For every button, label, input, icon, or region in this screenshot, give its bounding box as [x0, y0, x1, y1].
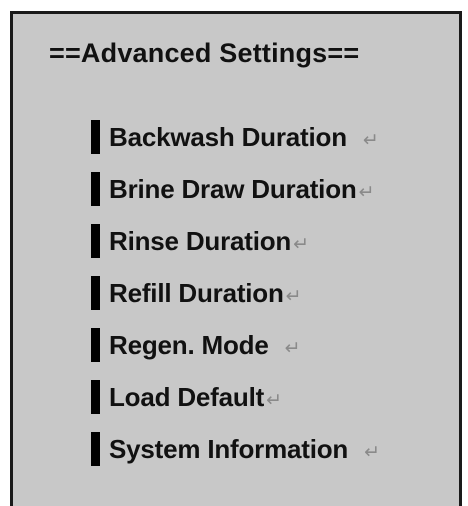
menu-item-refill-duration[interactable]: Refill Duration ↵	[91, 267, 380, 319]
menu-item-label: Load Default	[109, 381, 265, 412]
menu-item-label: System Information	[109, 433, 349, 464]
advanced-settings-panel: ==Advanced Settings== Backwash Duration …	[10, 11, 462, 506]
return-icon: ↵	[358, 181, 375, 203]
return-icon: ↵	[284, 337, 301, 359]
menu-item-label: Rinse Duration	[109, 225, 292, 256]
selection-marker	[91, 120, 100, 154]
menu-title: ==Advanced Settings==	[49, 38, 360, 68]
menu-item-label: Regen. Mode	[109, 329, 269, 360]
selection-marker	[91, 276, 100, 310]
menu-item-regen-mode[interactable]: Regen. Mode ↵	[91, 319, 380, 371]
settings-menu: Backwash Duration ↵ Brine Draw Duration …	[91, 111, 380, 475]
selection-marker	[91, 172, 100, 206]
menu-item-load-default[interactable]: Load Default ↵	[91, 371, 380, 423]
return-icon: ↵	[266, 389, 282, 411]
selection-marker	[91, 432, 100, 466]
menu-item-label: Backwash Duration	[109, 121, 347, 152]
return-icon: ↵	[285, 285, 302, 307]
menu-item-brine-draw-duration[interactable]: Brine Draw Duration ↵	[91, 163, 380, 215]
return-icon: ↵	[293, 233, 310, 255]
selection-marker	[91, 224, 100, 258]
selection-marker	[91, 380, 100, 414]
menu-item-system-information[interactable]: System Information ↵	[91, 423, 380, 475]
menu-item-label: Brine Draw Duration	[109, 173, 357, 204]
return-icon: ↵	[364, 441, 381, 463]
menu-item-label: Refill Duration	[109, 277, 284, 308]
selection-marker	[91, 328, 100, 362]
menu-item-rinse-duration[interactable]: Rinse Duration ↵	[91, 215, 380, 267]
menu-item-backwash-duration[interactable]: Backwash Duration ↵	[91, 111, 380, 163]
return-icon: ↵	[362, 129, 379, 151]
